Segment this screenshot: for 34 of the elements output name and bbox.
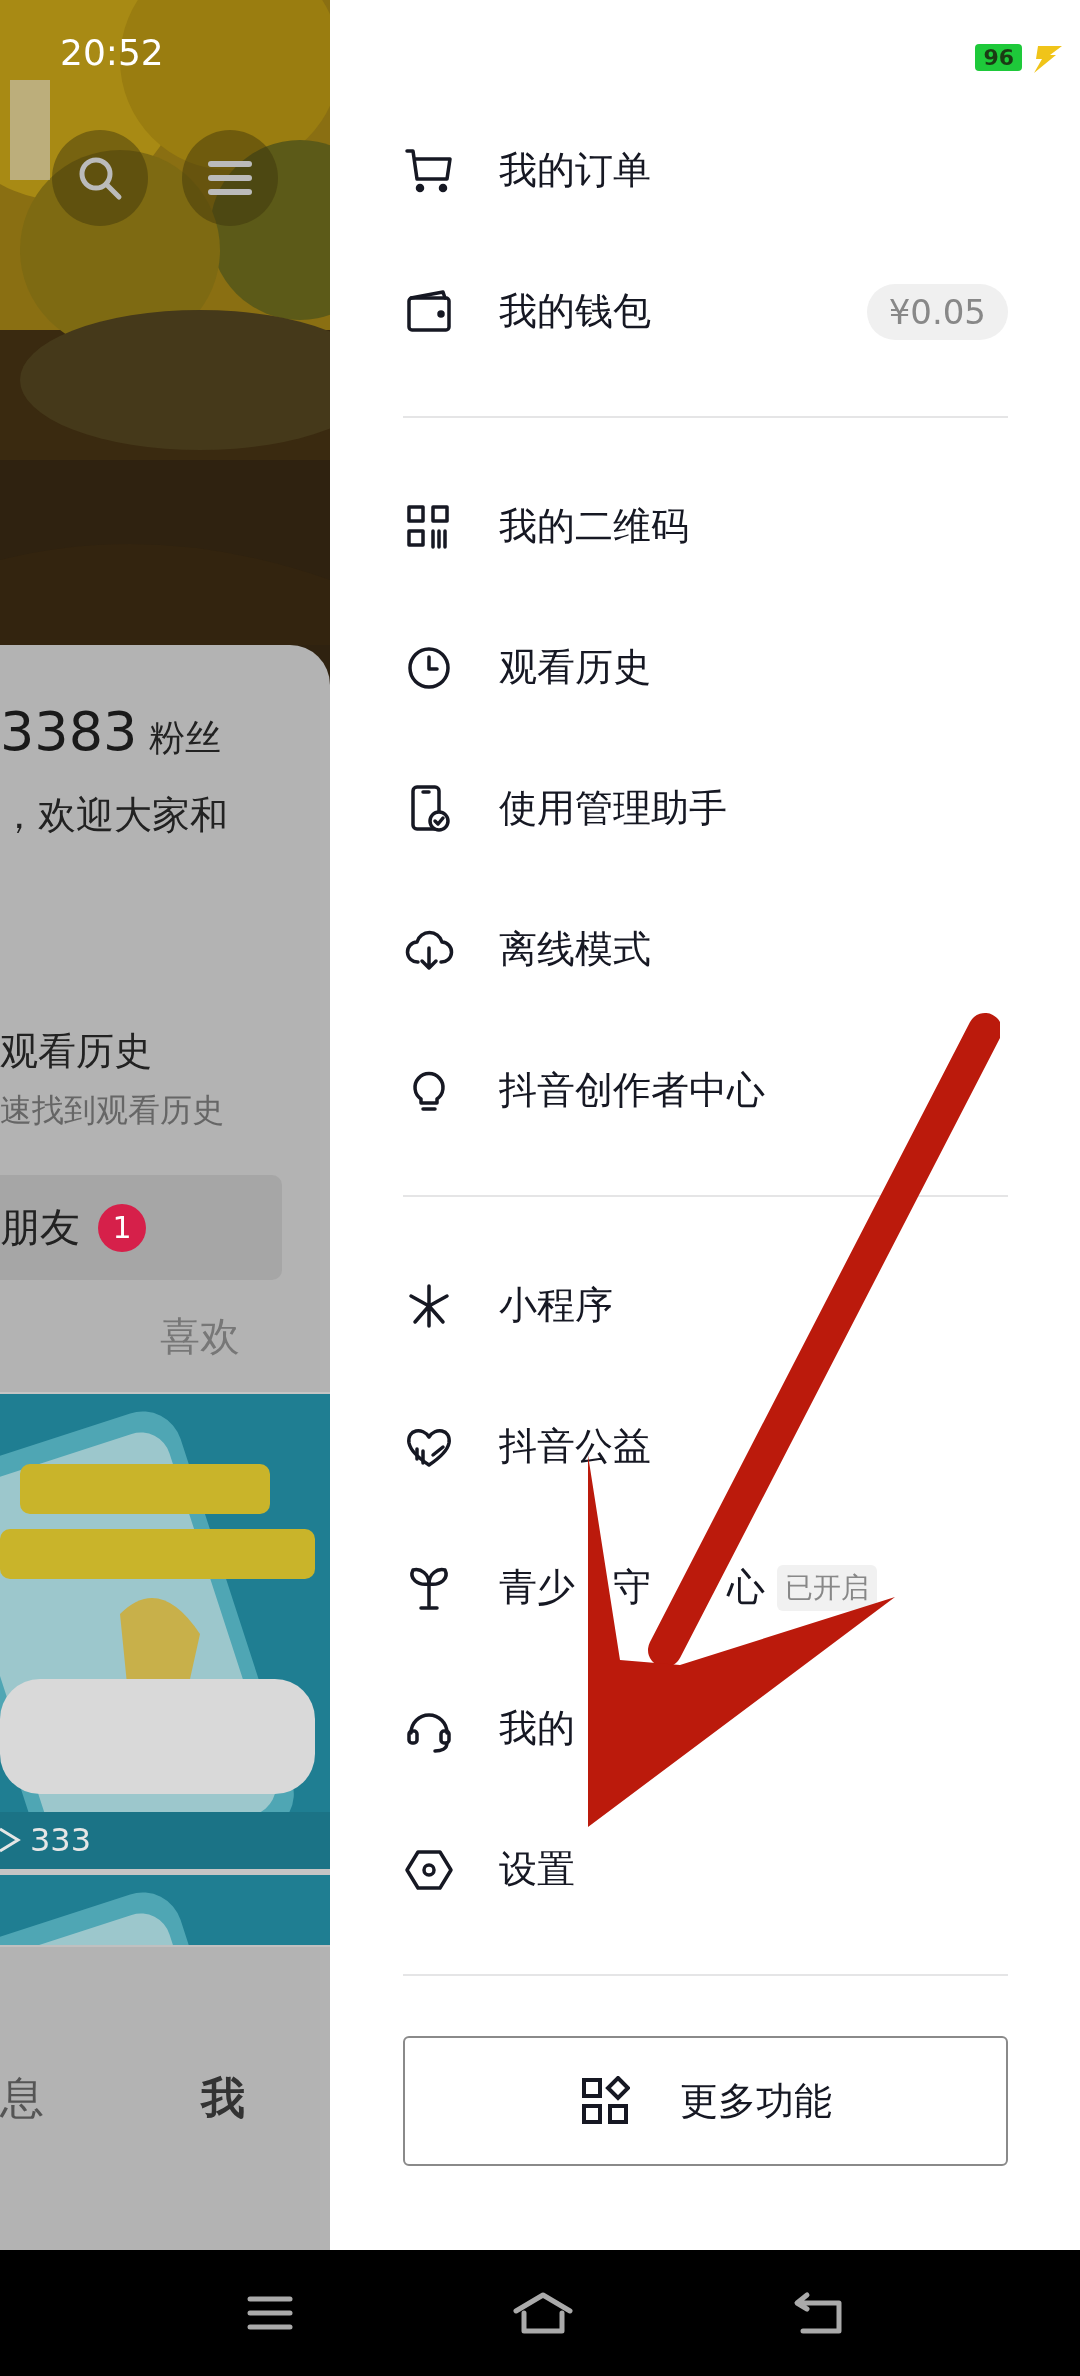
notification-badge: 1 — [98, 1203, 146, 1252]
history-title: 观看历史 — [0, 1028, 153, 1075]
menu-item[interactable]: 离线模式 — [403, 879, 1008, 1020]
battery-level: 96 — [975, 44, 1022, 71]
friends-button[interactable]: 朋友 1 — [0, 1175, 282, 1280]
menu-icon — [247, 2295, 293, 2331]
back-icon — [793, 2291, 845, 2335]
menu-item[interactable]: 我的订单 — [403, 100, 1008, 241]
menu-button[interactable] — [247, 2295, 293, 2331]
nav-tab[interactable]: 息 — [0, 2069, 44, 2128]
menu-item[interactable]: 观看历史 — [403, 597, 1008, 738]
menu-item[interactable]: 我的钱包 ¥0.05 — [403, 241, 1008, 382]
menu-item[interactable]: 抖音创作者中心 — [403, 1020, 1008, 1161]
follower-count: 3383 — [0, 700, 138, 763]
status-time: 20:52 — [60, 32, 164, 73]
home-button[interactable] — [512, 2291, 574, 2335]
back-button[interactable] — [793, 2291, 845, 2335]
grid-icon — [579, 2076, 630, 2126]
menu-item[interactable]: 小程序 — [403, 1235, 1008, 1376]
bio-text: ，欢迎大家和 — [0, 792, 229, 839]
menu-item[interactable]: 抖音公益 — [403, 1376, 1008, 1517]
menu-item[interactable]: 设置 — [403, 1799, 1008, 1940]
wallet-balance: ¥0.05 — [866, 283, 1008, 340]
status-tag: 已开启 — [777, 1564, 877, 1611]
view-count: 333 — [30, 1821, 92, 1859]
more-features-button[interactable]: 更多功能 — [403, 2036, 1008, 2166]
menu-item[interactable]: 我的二维码 — [403, 456, 1008, 597]
home-icon — [512, 2291, 574, 2335]
menu-icon — [207, 158, 253, 198]
menu-item[interactable]: 使用管理助手 — [403, 738, 1008, 879]
follower-label: 粉丝 — [149, 716, 222, 760]
history-subtitle: 速找到观看历史 — [0, 1090, 225, 1131]
nav-tab[interactable]: 我 — [201, 2069, 245, 2128]
menu-item[interactable]: 我的 — [403, 1658, 1008, 1799]
